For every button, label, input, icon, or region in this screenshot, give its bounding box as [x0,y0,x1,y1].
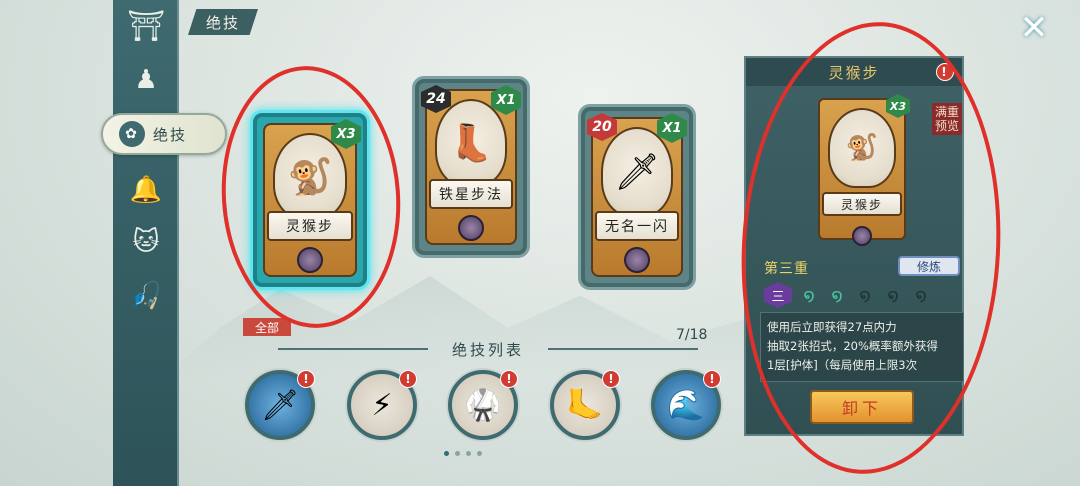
bell-icon[interactable]: 🔔 [121,170,171,210]
alert-icon: ! [703,370,721,388]
divider [548,348,698,350]
card-face: 🗡 无名一闪 X1 20 [587,113,687,277]
page-dot[interactable] [477,451,482,456]
skill-item-5[interactable]: 🌊 ! [651,370,721,440]
divider [278,348,428,350]
page-dot[interactable] [455,451,460,456]
skill-item-3[interactable]: 🥋 ! [448,370,518,440]
page-dot[interactable] [444,451,449,456]
medal-icon [458,215,484,241]
medal-icon [624,247,650,273]
close-icon[interactable]: ✕ [1018,11,1050,45]
page-dot[interactable] [466,451,471,456]
blade-icon: 🗡 [601,127,673,218]
wave-palm-icon: 🌊 [667,387,705,423]
skill-card-2[interactable]: 👢 铁星步法 X1 24 [412,76,530,258]
left-nav: ⛩ ♟ ✿ 绝技 🔔 🐱 🎣 [101,0,227,486]
blade-icon: 🗡 [260,387,300,423]
skill-item-1[interactable]: 🗡 ! [245,370,315,440]
alert-icon: ! [399,370,417,388]
slash-icon: ⚡ [371,387,393,423]
alert-icon: ! [602,370,620,388]
skill-list-title: 绝技列表 [451,340,524,359]
card-face: 👢 铁星步法 X1 24 [421,85,521,245]
skill-item-2[interactable]: ⚡ ! [347,370,417,440]
boot-icon: 👢 [435,99,507,188]
level-badge: 20 [587,113,617,141]
skill-count: 7/18 [676,327,708,343]
page-title: 绝技 [188,9,258,35]
alert-icon: ! [297,370,315,388]
pavilion-icon[interactable]: ⛩ [121,6,171,46]
cat-icon[interactable]: 🐱 [121,222,171,262]
skill-list-header: 绝技列表 [258,338,718,360]
card-name: 铁星步法 [429,179,513,209]
page-indicator [444,451,482,456]
skill-item-4[interactable]: 🦶 ! [550,370,620,440]
skill-card-3[interactable]: 🗡 无名一闪 X1 20 [578,104,696,290]
card-name: 无名一闪 [595,211,679,241]
kick-icon: 🦶 [566,387,604,423]
nav-item-skill[interactable]: ✿ 绝技 [101,113,227,155]
alert-icon: ! [500,370,518,388]
spear-fighter-icon: 🥋 [464,387,502,423]
warrior-icon[interactable]: ♟ [121,60,171,100]
skill-icon: ✿ [119,121,145,147]
filter-all-tab[interactable]: 全部 [243,318,291,336]
nav-item-label: 绝技 [153,125,188,144]
fishing-icon[interactable]: 🎣 [121,276,171,316]
